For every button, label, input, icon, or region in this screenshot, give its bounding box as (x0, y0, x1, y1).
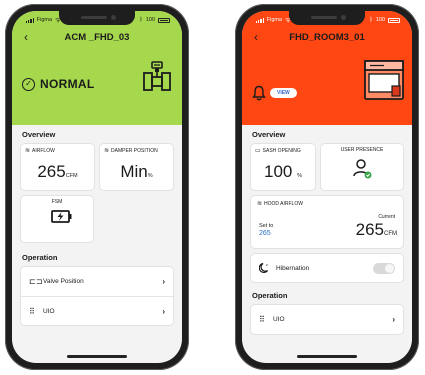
chevron-right-icon: › (162, 306, 165, 316)
content: Overview ≋ AIRFLOW 265CFM ≋ DAMPER POSIT… (12, 130, 182, 326)
damper-position-tile[interactable]: ≋ DAMPER POSITION Min% (99, 143, 174, 191)
device-header: ‹ FHD_ROOM3_01 VIEW (242, 29, 412, 125)
fsm-tile[interactable]: FSM (20, 195, 94, 243)
battery-icon (158, 17, 170, 23)
home-indicator (297, 355, 357, 358)
phone-frame-right: Figma ᯤ ᛒ 100 ‹ FHD_ROOM3_01 VIEW Overvi… (235, 4, 419, 370)
screen-acm: Figma ᯤ ᛒ 100 ‹ ACM _FHD_03 ✓ NORMAL Ove… (12, 11, 182, 363)
phone-frame-left: Figma ᯤ ᛒ 100 ‹ ACM _FHD_03 ✓ NORMAL Ove… (5, 4, 189, 370)
overview-title: Overview (22, 130, 56, 139)
signal-icon (256, 17, 264, 23)
chevron-right-icon: › (392, 315, 395, 324)
current-unit: CFM (384, 231, 397, 237)
airflow-label: AIRFLOW (32, 147, 55, 154)
signal-icon (26, 17, 34, 23)
uio-label: UIO (273, 316, 285, 323)
operation-title: Operation (22, 253, 58, 262)
airflow-unit: CFM (65, 173, 78, 179)
presence-label: USER PRESENCE (340, 147, 384, 153)
phone-notch (59, 11, 135, 25)
sash-opening-tile[interactable]: ▭ SASH OPENING 100 % (250, 143, 316, 191)
bluetooth-icon: ᛒ (369, 17, 373, 23)
operation-list: ⊏⊐ Valve Position › ⠿ UIO › (20, 266, 174, 326)
overview-title: Overview (252, 130, 286, 139)
operation-title: Operation (252, 291, 288, 300)
content: Overview ▭ SASH OPENING 100 % USER PRESE… (242, 130, 412, 335)
hibernation-toggle[interactable] (373, 262, 395, 274)
device-title: FHD_ROOM3_01 (289, 32, 365, 43)
carrier-label: Figma (266, 17, 283, 23)
valve-position-row[interactable]: ⊏⊐ Valve Position › (21, 267, 173, 296)
device-title: ACM _FHD_03 (64, 32, 130, 43)
set-to-label: Set to (259, 223, 274, 229)
battery-percent: 100 (145, 17, 155, 23)
home-indicator (67, 355, 127, 358)
airflow-icon: ≋ (257, 201, 263, 207)
fsm-label: FSM (51, 199, 63, 205)
bluetooth-icon: ᛒ (139, 17, 143, 23)
user-presence-tile[interactable]: USER PRESENCE (320, 143, 404, 191)
damper-unit: % (147, 173, 153, 179)
uio-row[interactable]: ⠿ UIO › (21, 296, 173, 325)
hibernation-label: Hibernation (276, 264, 310, 272)
grid-icon: ⠿ (259, 315, 265, 324)
grid-icon: ⠿ (29, 306, 35, 316)
hood-label: HOOD AIRFLOW (264, 200, 303, 207)
hood-airflow-card[interactable]: ≋ HOOD AIRFLOW Set to 265 Current 265CFM (250, 195, 404, 249)
phone-notch (289, 11, 365, 25)
valve-icon: ⊏⊐ (29, 277, 43, 286)
operation-list: ⠿ UIO › (250, 304, 404, 335)
moon-sleep-icon: z (259, 262, 268, 273)
sash-value: 100 (264, 162, 293, 181)
airflow-tile[interactable]: ≋ AIRFLOW 265CFM (20, 143, 95, 191)
check-circle-icon: ✓ (22, 77, 35, 91)
valve-position-label: Valve Position (43, 278, 84, 285)
damper-illustration-icon (143, 61, 171, 91)
airflow-icon: ≋ (25, 148, 31, 154)
sash-unit: % (297, 173, 302, 179)
chevron-right-icon: › (162, 277, 165, 286)
alarm-bell-icon (252, 85, 266, 101)
sash-window-icon: ▭ (255, 148, 261, 154)
sash-label: SASH OPENING (262, 147, 301, 154)
airflow-icon: ≋ (104, 148, 110, 154)
user-check-icon (353, 159, 372, 179)
battery-charging-icon (51, 210, 72, 223)
airflow-value: 265 (37, 162, 66, 181)
fume-hood-illustration-icon (364, 60, 404, 100)
svg-text:z: z (266, 263, 268, 267)
current-value: 265 (355, 220, 384, 239)
stage: Figma ᯤ ᛒ 100 ‹ ACM _FHD_03 ✓ NORMAL Ove… (0, 0, 425, 375)
damper-value: Min (120, 162, 148, 181)
hibernation-row: z Hibernation (250, 253, 404, 283)
device-header: ‹ ACM _FHD_03 ✓ NORMAL (12, 29, 182, 125)
set-to-value: 265 (259, 230, 271, 237)
screen-fhd: Figma ᯤ ᛒ 100 ‹ FHD_ROOM3_01 VIEW Overvi… (242, 11, 412, 363)
status-text: NORMAL (40, 77, 95, 91)
battery-percent: 100 (375, 17, 385, 23)
uio-row[interactable]: ⠿ UIO › (251, 305, 403, 334)
device-status: ✓ NORMAL (22, 77, 94, 91)
damper-label: DAMPER POSITION (111, 147, 158, 154)
view-button[interactable]: VIEW (270, 88, 297, 98)
battery-icon (388, 17, 400, 23)
uio-label: UIO (43, 307, 55, 315)
carrier-label: Figma (36, 17, 53, 23)
